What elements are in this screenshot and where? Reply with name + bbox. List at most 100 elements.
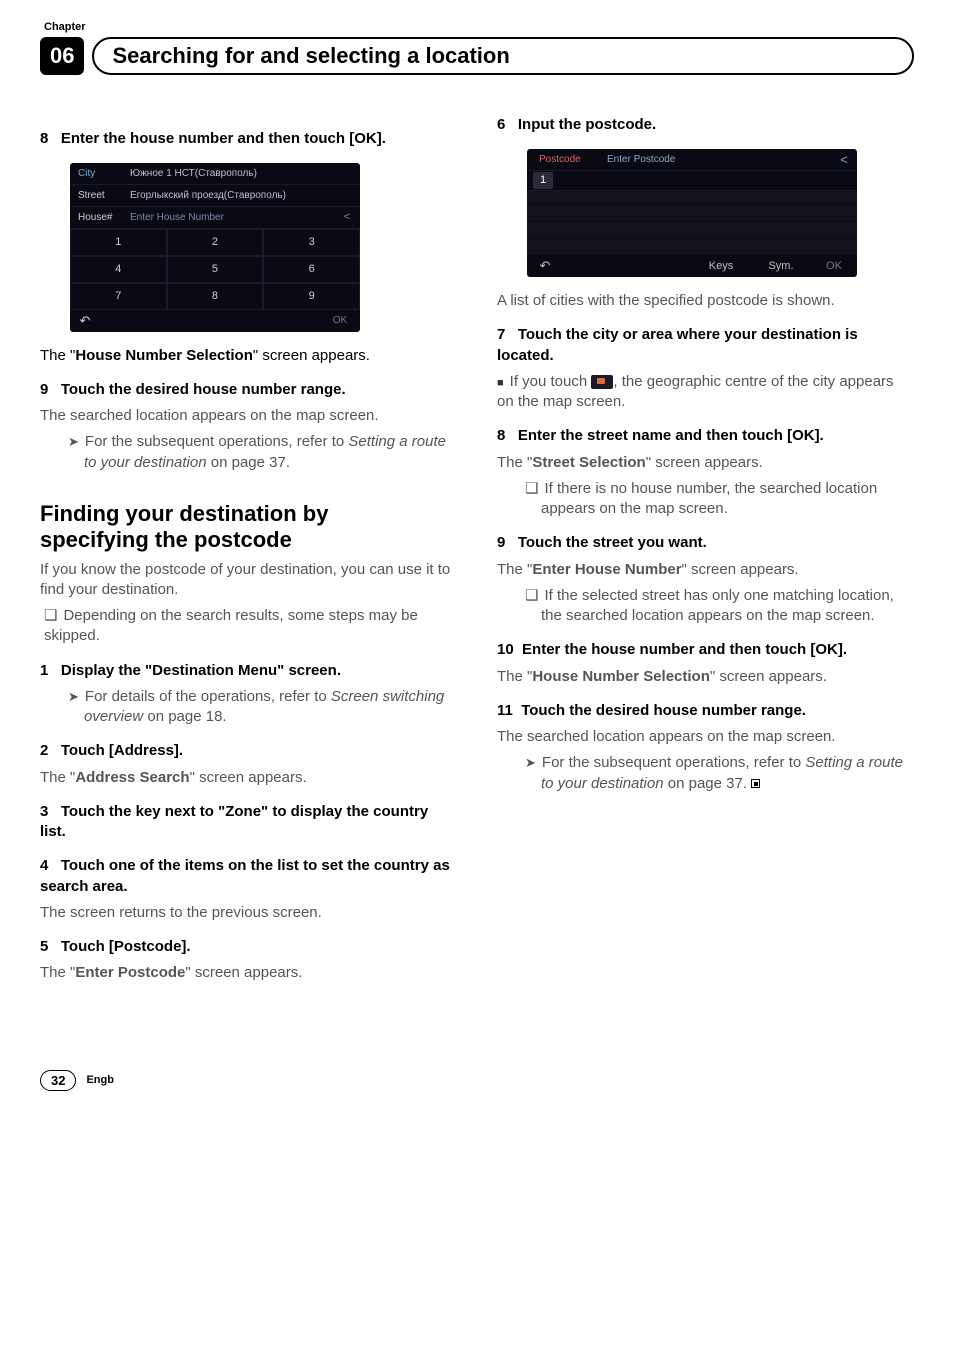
page-number: 32 [40,1070,76,1092]
step-9-desc: The searched location appears on the map… [40,406,457,426]
r-step-9-num: 9 [497,534,505,551]
h2-note: Depending on the search results, some st… [44,606,457,647]
left-column: 8 Enter the house number and then touch … [40,115,457,990]
step-1-text: Display the "Destination Menu" screen. [61,662,341,679]
h2-desc: If you know the postcode of your destina… [40,560,457,601]
t: If you touch [510,373,592,390]
right-column: 6 Input the postcode. PostcodeEnter Post… [497,115,914,990]
r-step-11-text: Touch the desired house number range. [521,702,806,719]
t: The " [497,561,532,578]
footer: 32 Engb [40,1070,914,1092]
numkey-1[interactable]: 1 [70,229,167,256]
step-4-desc: The screen returns to the previous scree… [40,903,457,923]
ss2-sym-button[interactable]: Sym. [751,259,811,274]
step-4: 4 Touch one of the items on the list to … [40,856,457,897]
step-9: 9 Touch the desired house number range. [40,380,457,400]
ss1-house-label: House# [70,211,130,225]
t: House Number Selection [75,347,253,364]
ss2-backspace[interactable]: < [831,151,857,169]
ss1-street-label: Street [70,189,130,203]
r-step-8: 8 Enter the street name and then touch [… [497,426,914,446]
t: " screen appears. [185,964,302,981]
ss1-city-val: Южное 1 НСТ(Ставрополь) [130,167,360,181]
numkey-6[interactable]: 6 [263,256,360,283]
step-2-desc: The "Address Search" screen appears. [40,768,457,788]
postcode-screenshot: PostcodeEnter Postcode< 1 ↶ Keys Sym. OK [527,149,857,277]
ss1-ok-button[interactable]: OK [320,314,360,328]
r-step-9-text: Touch the street you want. [518,534,707,551]
numkey-5[interactable]: 5 [167,256,264,283]
r-step-8-note: If there is no house number, the searche… [525,479,914,520]
t: on page 37. [664,775,747,792]
t: " screen appears. [190,769,307,786]
header-row: 06 Searching for and selecting a locatio… [40,37,914,75]
t: Enter Postcode [75,964,185,981]
step-4-text: Touch one of the items on the list to se… [40,857,450,894]
h2-line1: Finding your destination by [40,501,457,527]
numkey-2[interactable]: 2 [167,229,264,256]
r-step-8-text: Enter the street name and then touch [OK… [518,427,824,444]
step-1-ref: For details of the operations, refer to … [68,687,457,728]
r-step-11-desc: The searched location appears on the map… [497,727,914,747]
house-number-screenshot: CityЮжное 1 НСТ(Ставрополь) StreetЕгорлы… [70,163,360,332]
ss2-input-value: 1 [533,172,553,189]
ss1-street-val: Егорлыкский проезд(Ставрополь) [130,189,360,203]
t: The " [497,454,532,471]
section-heading: Finding your destination by specifying t… [40,501,457,554]
step-5: 5 Touch [Postcode]. [40,937,457,957]
numkey-7[interactable]: 7 [70,283,167,310]
r-step-11-num: 11 [497,702,513,719]
numkey-4[interactable]: 4 [70,256,167,283]
numkey-8[interactable]: 8 [167,283,264,310]
chapter-label: Chapter [44,20,914,35]
r-step-9-desc: The "Enter House Number" screen appears. [497,560,914,580]
step-2: 2 Touch [Address]. [40,741,457,761]
header-bar: Searching for and selecting a location [92,37,914,75]
r-step-6-text: Input the postcode. [518,116,656,133]
r-step-10-num: 10 [497,641,514,658]
step-5-text: Touch [Postcode]. [61,938,191,955]
r-step-7-bullet: If you touch , the geographic centre of … [497,372,914,413]
t: " screen appears. [710,668,827,685]
t: House Number Selection [532,668,710,685]
numkey-9[interactable]: 9 [263,283,360,310]
step-5-desc: The "Enter Postcode" screen appears. [40,963,457,983]
r-step-9-note: If the selected street has only one matc… [525,586,914,627]
step-4-num: 4 [40,857,48,874]
chapter-number-badge: 06 [40,37,84,75]
step-9-num: 9 [40,381,48,398]
t: " screen appears. [646,454,763,471]
ss2-keyboard[interactable] [527,191,857,255]
ss1-city-label: City [70,167,130,181]
language-code: Engb [86,1073,114,1088]
ss2-postcode-label: Postcode [527,153,607,167]
end-section-icon [751,779,760,788]
r-step-6: 6 Input the postcode. [497,115,914,135]
r-step-11-ref: For the subsequent operations, refer to … [525,753,914,794]
ss2-ok-button[interactable]: OK [811,259,857,274]
r-step-10-desc: The "House Number Selection" screen appe… [497,667,914,687]
step-1-num: 1 [40,662,48,679]
ss1-backspace[interactable]: < [334,210,360,225]
step-8: 8 Enter the house number and then touch … [40,129,457,149]
after-ss1-text: The "House Number Selection" screen appe… [40,346,457,366]
step-9-ref: For the subsequent operations, refer to … [68,432,457,473]
step-2-text: Touch [Address]. [61,742,183,759]
ss2-back-button[interactable]: ↶ [527,257,563,275]
r-step-10: 10 Enter the house number and then touch… [497,640,914,660]
step-3-text: Touch the key next to "Zone" to display … [40,803,428,840]
ss1-back-button[interactable]: ↶ [70,312,100,330]
step-3: 3 Touch the key next to "Zone" to displa… [40,802,457,843]
h2-line2: specifying the postcode [40,527,457,553]
t: For the subsequent operations, refer to [85,433,349,450]
ss2-enter-postcode: Enter Postcode [607,153,831,167]
t: The " [497,668,532,685]
ss2-keys-button[interactable]: Keys [691,259,751,274]
numkey-3[interactable]: 3 [263,229,360,256]
t: on page 37. [207,454,290,471]
r-step-6-num: 6 [497,116,505,133]
ss1-house-val: Enter House Number [130,211,334,225]
t: on page 18. [143,708,226,725]
t: " screen appears. [682,561,799,578]
t: The " [40,964,75,981]
